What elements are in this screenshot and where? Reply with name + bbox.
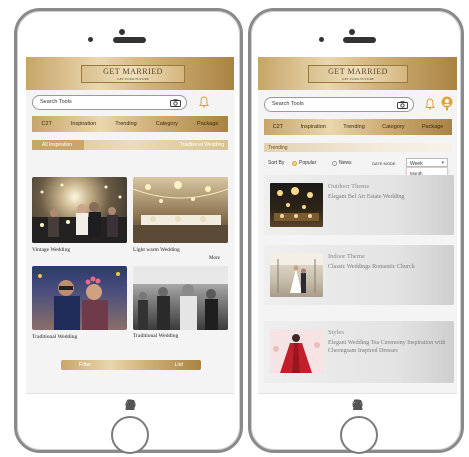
sort-row: Sort By Popular News DATE MODE Week ▾ Mo… <box>264 157 454 189</box>
photo-traditional-wedding-bw[interactable] <box>133 266 228 330</box>
home-button[interactable] <box>111 416 149 454</box>
nav-item-trending[interactable]: Trending <box>343 124 365 130</box>
card-title: Classic Weddings Romantic Church <box>328 264 415 270</box>
brand-title: GET MARRIED <box>328 67 388 76</box>
radio-news-label: News <box>339 160 352 166</box>
chevron-down-icon: ▾ <box>441 159 444 166</box>
profile-icon[interactable] <box>125 399 135 410</box>
search-input[interactable]: Search Tools <box>264 97 414 112</box>
tab-traditional-wedding[interactable]: Traditional Wedding <box>180 142 224 148</box>
tab-all-inspiration[interactable]: All Inspiration <box>42 142 72 148</box>
speaker-grille <box>113 37 146 43</box>
brand-logo[interactable]: GET MARRIED GET YOUR FUTURE <box>308 65 408 83</box>
photo-caption: Traditional Wedding <box>133 333 179 339</box>
date-mode-label: DATE MODE <box>372 160 396 166</box>
screen-left: GET MARRIED GET YOUR FUTURE Search Tools… <box>26 57 234 415</box>
photo-caption: Light warm Wedding <box>133 247 180 253</box>
photo-vintage-wedding[interactable] <box>32 177 127 243</box>
filter-button[interactable]: Filter <box>79 362 91 368</box>
avatar-badge-icon[interactable] <box>439 95 455 111</box>
filter-list-bar: Filter List <box>61 360 201 370</box>
date-mode-value: Week <box>410 160 423 167</box>
camera-icon[interactable] <box>396 100 408 109</box>
home-button[interactable] <box>340 416 378 454</box>
category-nav: C2T Inspiration Trending Category Packag… <box>32 116 228 132</box>
app-header: GET MARRIED GET YOUR FUTURE <box>258 57 457 90</box>
nav-item-package[interactable]: Package <box>197 121 218 127</box>
radio-popular[interactable] <box>292 160 297 166</box>
screen-right: GET MARRIED GET YOUR FUTURE Search Tools… <box>258 57 457 415</box>
card-image <box>270 329 323 373</box>
nav-item-inspiration[interactable]: Inspiration <box>71 121 96 127</box>
search-placeholder: Search Tools <box>40 99 72 105</box>
brand-title: GET MARRIED <box>103 67 163 76</box>
phone-frame-left: GET MARRIED GET YOUR FUTURE Search Tools… <box>14 8 243 454</box>
app-header: GET MARRIED GET YOUR FUTURE <box>26 57 234 90</box>
category-nav: C2T Inspiration Trending Category Packag… <box>264 119 452 135</box>
search-placeholder: Search Tools <box>272 101 304 107</box>
brand-tagline: GET YOUR FUTURE <box>342 77 374 81</box>
tab-trending[interactable]: Trending <box>268 145 288 151</box>
profile-icon[interactable] <box>353 399 363 410</box>
sort-label: Sort By <box>268 160 285 166</box>
trending-card[interactable]: Styles Elegant Wedding Tea Ceremony Insp… <box>264 321 454 383</box>
nav-item-inspiration[interactable]: Inspiration <box>300 124 325 130</box>
section-bar: Trending <box>264 143 452 152</box>
list-button[interactable]: List <box>174 362 183 368</box>
nav-item-c2t[interactable]: C2T <box>273 124 283 130</box>
front-camera <box>319 37 324 42</box>
search-input[interactable]: Search Tools <box>32 95 187 110</box>
nav-item-trending[interactable]: Trending <box>115 121 137 127</box>
card-title: Elegant Bel Air Estate Wedding <box>328 194 405 200</box>
nav-item-category[interactable]: Category <box>156 121 178 127</box>
speaker-grille <box>343 37 376 43</box>
card-type: Styles <box>328 329 344 336</box>
date-mode-select[interactable]: Week ▾ <box>406 158 448 167</box>
phone-frame-right: GET MARRIED GET YOUR FUTURE Search Tools… <box>248 8 464 454</box>
trending-card[interactable]: Indoor Theme Classic Weddings Romantic C… <box>264 245 454 305</box>
nav-item-package[interactable]: Package <box>422 124 443 130</box>
card-type: Indoor Theme <box>328 253 365 260</box>
card-type: Outdoor Theme <box>328 183 370 190</box>
photo-traditional-wedding[interactable] <box>32 266 127 330</box>
bottom-nav <box>258 393 457 415</box>
sensor-dot <box>119 29 125 35</box>
bottom-nav <box>26 393 234 415</box>
front-camera <box>88 37 93 42</box>
camera-icon[interactable] <box>169 98 181 107</box>
card-image <box>270 253 323 297</box>
photo-caption: Traditional Wedding <box>32 334 78 340</box>
photo-caption: Vintage Wedding <box>32 247 71 253</box>
trending-card[interactable]: Outdoor Theme Elegant Bel Air Estate Wed… <box>264 175 454 235</box>
inspiration-tabs: All Inspiration Traditional Wedding <box>32 140 228 150</box>
more-link[interactable]: More <box>209 256 220 261</box>
sensor-dot <box>349 29 355 35</box>
nav-item-category[interactable]: Category <box>382 124 404 130</box>
brand-tagline: GET YOUR FUTURE <box>117 77 149 81</box>
nav-item-c2t[interactable]: C2T <box>41 121 51 127</box>
card-title: Elegant Wedding Tea Ceremony Inspiration… <box>328 340 446 354</box>
card-image <box>270 183 323 227</box>
brand-logo[interactable]: GET MARRIED GET YOUR FUTURE <box>81 65 185 83</box>
photo-light-warm-wedding[interactable] <box>133 177 228 243</box>
bell-icon[interactable] <box>198 95 210 109</box>
bell-icon[interactable] <box>424 97 436 111</box>
radio-news[interactable] <box>332 160 337 166</box>
radio-popular-label: Popular <box>299 160 317 166</box>
